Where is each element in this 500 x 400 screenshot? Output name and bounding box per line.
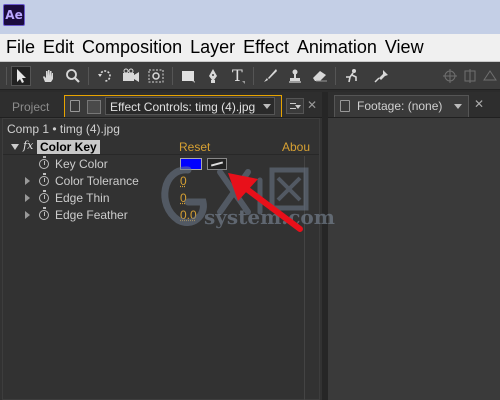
tab-footage[interactable]: Footage: (none) bbox=[334, 95, 469, 117]
chevron-down-icon bbox=[295, 105, 301, 109]
tab-effect-controls[interactable]: Effect Controls: timg (4).jpg bbox=[64, 95, 282, 117]
axis-mode-local-icon[interactable] bbox=[440, 66, 460, 86]
effect-header-color-key: fx Color Key Reset Abou bbox=[3, 139, 319, 155]
brush-tool-icon[interactable] bbox=[260, 66, 280, 86]
expand-triangle-icon[interactable] bbox=[25, 177, 30, 185]
property-label: Key Color bbox=[55, 157, 108, 171]
toolbar-divider bbox=[335, 67, 336, 85]
menu-animation[interactable]: Animation bbox=[293, 37, 381, 58]
stopwatch-icon[interactable] bbox=[39, 210, 49, 220]
toolbar-grip bbox=[6, 67, 7, 85]
zoom-tool-icon[interactable] bbox=[63, 66, 83, 86]
panel-color-swatch[interactable] bbox=[87, 100, 101, 114]
menu-file[interactable]: File bbox=[0, 37, 39, 58]
menu-bar: File Edit Composition Layer Effect Anima… bbox=[0, 34, 500, 62]
expand-triangle-icon[interactable] bbox=[25, 194, 30, 202]
lock-icon[interactable] bbox=[70, 100, 80, 112]
menu-view[interactable]: View bbox=[381, 37, 428, 58]
tab-project[interactable]: Project bbox=[4, 97, 57, 117]
footage-tab-title: Footage: (none) bbox=[357, 98, 442, 114]
comp-layer-path: Comp 1 • timg (4).jpg bbox=[7, 122, 120, 136]
right-panel-tabbar: Footage: (none) ✕ bbox=[328, 92, 500, 118]
toolbar-divider bbox=[172, 67, 173, 85]
edge-thin-value[interactable]: 0 bbox=[180, 191, 187, 205]
text-tool-icon[interactable]: T bbox=[228, 66, 248, 86]
eyedropper-icon[interactable] bbox=[207, 158, 227, 170]
pen-tool-icon[interactable] bbox=[203, 66, 223, 86]
puppet-pin-tool-icon[interactable] bbox=[372, 66, 392, 86]
menu-edit[interactable]: Edit bbox=[39, 37, 78, 58]
camera-tool-icon[interactable] bbox=[121, 66, 141, 86]
lock-icon[interactable] bbox=[340, 100, 350, 112]
property-label: Edge Feather bbox=[55, 208, 128, 222]
close-icon[interactable]: ✕ bbox=[474, 97, 484, 111]
stopwatch-icon[interactable] bbox=[39, 159, 49, 169]
fx-toggle-icon[interactable]: fx bbox=[23, 139, 33, 152]
menu-layer[interactable]: Layer bbox=[186, 37, 239, 58]
expand-triangle-icon[interactable] bbox=[25, 211, 30, 219]
effect-name[interactable]: Color Key bbox=[37, 140, 100, 154]
about-link[interactable]: Abou bbox=[282, 140, 310, 154]
effect-controls-panel: Project Effect Controls: timg (4).jpg ✕ … bbox=[0, 92, 322, 400]
tools-toolbar: T bbox=[0, 62, 500, 90]
stopwatch-icon[interactable] bbox=[39, 193, 49, 203]
property-row-edge-thin: Edge Thin 0 bbox=[3, 190, 319, 206]
roto-brush-tool-icon[interactable] bbox=[342, 66, 362, 86]
key-color-swatch[interactable] bbox=[180, 158, 202, 170]
property-label: Color Tolerance bbox=[55, 174, 139, 188]
left-panel-tabbar: Project Effect Controls: timg (4).jpg ✕ bbox=[0, 92, 322, 118]
stopwatch-icon[interactable] bbox=[39, 176, 49, 186]
menu-composition[interactable]: Composition bbox=[78, 37, 186, 58]
property-label: Edge Thin bbox=[55, 191, 110, 205]
effect-controls-tab-title: Effect Controls: timg (4).jpg bbox=[110, 98, 255, 116]
edge-feather-value[interactable]: 0.0 bbox=[180, 208, 197, 222]
property-row-color-tolerance: Color Tolerance 0 bbox=[3, 173, 319, 189]
effect-controls-layer-dropdown[interactable]: Effect Controls: timg (4).jpg bbox=[105, 97, 275, 115]
axis-mode-world-icon[interactable] bbox=[460, 66, 480, 86]
menu-effect[interactable]: Effect bbox=[239, 37, 293, 58]
clone-stamp-tool-icon[interactable] bbox=[285, 66, 305, 86]
color-tolerance-value[interactable]: 0 bbox=[180, 174, 187, 188]
chevron-down-icon bbox=[263, 104, 271, 109]
close-icon[interactable]: ✕ bbox=[307, 98, 317, 112]
collapse-triangle-icon[interactable] bbox=[11, 144, 19, 150]
toolbar-divider bbox=[88, 67, 89, 85]
footage-panel: Footage: (none) ✕ bbox=[328, 92, 500, 400]
hand-tool-icon[interactable] bbox=[38, 66, 58, 86]
watermark-text: system.com bbox=[204, 205, 335, 229]
rectangle-tool-icon[interactable] bbox=[178, 66, 198, 86]
chevron-down-icon bbox=[454, 104, 462, 109]
reset-link[interactable]: Reset bbox=[179, 140, 210, 154]
rotate-tool-icon[interactable] bbox=[95, 66, 115, 86]
title-bar: Ae bbox=[0, 0, 500, 34]
property-row-key-color: Key Color bbox=[3, 156, 319, 172]
eraser-tool-icon[interactable] bbox=[310, 66, 330, 86]
selection-tool-icon[interactable] bbox=[11, 66, 31, 86]
pan-behind-tool-icon[interactable] bbox=[146, 66, 166, 86]
svg-text:T: T bbox=[232, 67, 243, 85]
effect-controls-body: Comp 1 • timg (4).jpg fx Color Key Reset… bbox=[2, 118, 320, 400]
after-effects-logo: Ae bbox=[3, 4, 25, 26]
toolbar-divider bbox=[253, 67, 254, 85]
axis-mode-view-icon[interactable] bbox=[480, 66, 500, 86]
panel-menu-button[interactable] bbox=[286, 98, 304, 114]
